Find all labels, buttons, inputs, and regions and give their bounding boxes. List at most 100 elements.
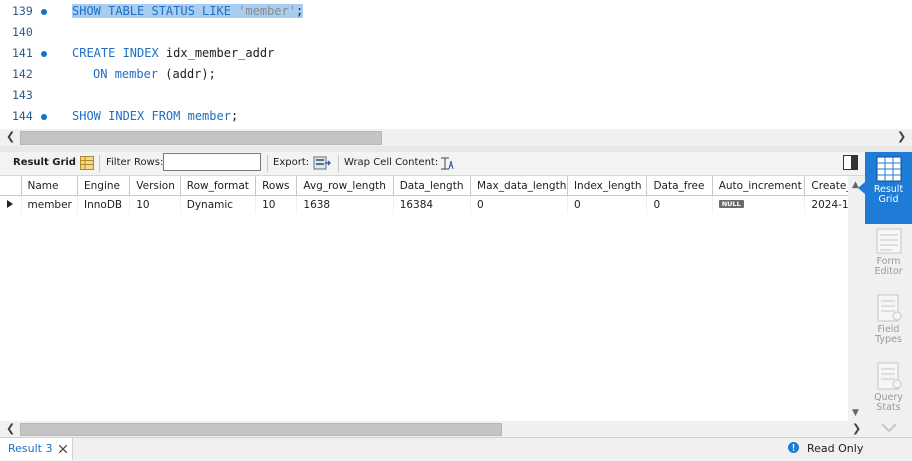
active-pointer-icon [858,182,865,194]
line-number: 143 [12,88,33,102]
result-sidebar: Result Grid Form Editor Field Types Quer… [858,152,912,437]
chevron-down-icon [880,423,897,433]
result-grid-view-button[interactable]: Result Grid [858,152,912,224]
column-header[interactable]: Name [20,176,78,196]
keyword: SHOW INDEX FROM [72,109,188,123]
column-header[interactable]: Data_length [392,176,472,196]
table-cell[interactable]: 10 [255,195,298,214]
column-header[interactable]: Data_free [646,176,713,196]
result-toolbar: Result Grid Filter Rows: Export: Wrap Ce… [0,152,865,176]
column-header[interactable]: Max_data_length [470,176,568,196]
grid-vertical-scrollbar[interactable]: ▲ ▼ [848,176,865,421]
scrollbar-thumb[interactable] [20,131,382,145]
row-header-corner[interactable] [0,176,22,196]
table-cell[interactable]: member [21,195,78,214]
table-cell[interactable]: 0 [646,195,713,214]
code-line-142[interactable]: 142 ON member (addr); [0,64,900,85]
scroll-down-icon[interactable]: ▼ [852,408,859,418]
close-icon[interactable] [58,443,68,456]
code-text[interactable]: SHOW TABLE STATUS LIKE 'member'; [72,4,304,18]
query-stats-button[interactable]: Query Stats [865,358,912,418]
scroll-right-icon[interactable]: ❯ [897,130,906,143]
export-icon[interactable] [313,155,331,174]
field-types-button[interactable]: Field Types [865,290,912,358]
null-badge: NULL [718,200,744,208]
export-label: Export: [273,157,310,168]
statement-marker-icon [41,51,47,57]
table-cell[interactable]: InnoDB [77,195,131,214]
toolbar-separator [99,155,100,172]
table-cell[interactable]: 16384 [393,195,472,214]
sql-editor[interactable]: 139 SHOW TABLE STATUS LIKE 'member'; 140… [0,0,912,128]
code-line-140[interactable]: 140 [0,22,900,43]
code-text[interactable]: CREATE INDEX idx_member_addr [72,46,274,60]
string-literal: 'member' [238,4,296,18]
code-plain: idx_member_addr [165,46,275,60]
line-number: 139 [12,4,33,18]
column-header[interactable]: Version [129,176,181,196]
code-plain: ; [295,4,304,18]
sidebar-label: Grid [878,194,899,205]
wrap-cell-label: Wrap Cell Content: [344,157,439,168]
result-grid-icon [876,156,901,182]
grid-view-icon[interactable] [80,156,94,173]
code-line-141[interactable]: 141 CREATE INDEX idx_member_addr [0,43,900,64]
keyword: SHOW TABLE STATUS LIKE [72,4,239,18]
column-header[interactable]: Row_format [179,176,257,196]
table-cell[interactable]: 0 [567,195,648,214]
read-only-status: Read Only [807,442,864,455]
result-tab-label[interactable]: Result 3 [8,442,52,455]
toggle-panel-icon[interactable] [843,155,858,173]
line-number: 140 [12,25,33,39]
code-plain: (addr); [165,67,216,81]
current-row-arrow-icon[interactable] [0,195,22,214]
toolbar-separator [338,155,339,172]
grid-horizontal-scrollbar[interactable]: ❮ ❯ [0,421,865,437]
code-plain: ; [230,109,239,123]
table-cell[interactable]: Dynamic [180,195,257,214]
sidebar-label: Stats [876,402,901,413]
table-cell[interactable]: 0 [470,195,568,214]
column-header[interactable]: Auto_increment [711,176,806,196]
column-header[interactable]: Rows [255,176,298,196]
column-header[interactable]: Engine [76,176,131,196]
statement-marker-icon [41,9,47,15]
scroll-right-icon[interactable]: ❯ [852,422,861,435]
sidebar-more-button[interactable] [865,418,912,436]
table-cell[interactable]: NULL [712,195,806,214]
column-header[interactable]: Index_length [566,176,648,196]
line-number: 142 [12,67,33,81]
column-header[interactable]: Avg_row_length [296,176,394,196]
query-stats-icon [877,362,901,390]
filter-rows-label: Filter Rows: [106,157,164,168]
wrap-cell-icon[interactable] [440,157,454,173]
code-text[interactable]: SHOW INDEX FROM member; [72,109,238,123]
line-number: 141 [12,46,33,60]
form-editor-icon [876,228,901,254]
statement-marker-icon [41,114,47,120]
form-editor-button[interactable]: Form Editor [865,224,912,290]
scrollbar-thumb[interactable] [20,423,502,436]
scroll-left-icon[interactable]: ❮ [6,422,15,435]
code-line-139[interactable]: 139 SHOW TABLE STATUS LIKE 'member'; [0,1,900,22]
table-header-row: Name Engine Version Row_format Rows Avg_… [0,176,865,196]
scroll-left-icon[interactable]: ❮ [6,130,15,143]
keyword: member [114,67,166,81]
code-text[interactable]: ON member (addr); [93,67,216,81]
keyword: ON [93,67,115,81]
editor-horizontal-scrollbar[interactable]: ❮ ❯ [0,129,912,146]
table-cell[interactable]: 10 [129,195,181,214]
field-types-icon [877,294,901,322]
table-row[interactable]: member InnoDB 10 Dynamic 10 1638 16384 0… [0,195,865,214]
info-icon [788,442,799,456]
result-grid[interactable]: Name Engine Version Row_format Rows Avg_… [0,176,865,421]
keyword: CREATE INDEX [72,46,166,60]
code-line-144[interactable]: 144 SHOW INDEX FROM member; [0,106,900,127]
toolbar-separator [267,155,268,172]
code-line-143[interactable]: 143 [0,85,900,106]
filter-rows-input[interactable] [163,153,261,171]
result-grid-label[interactable]: Result Grid [13,157,76,168]
result-table[interactable]: Name Engine Version Row_format Rows Avg_… [0,176,865,214]
table-cell[interactable]: 1638 [296,195,394,214]
result-tab[interactable]: Result 3 [0,438,73,460]
